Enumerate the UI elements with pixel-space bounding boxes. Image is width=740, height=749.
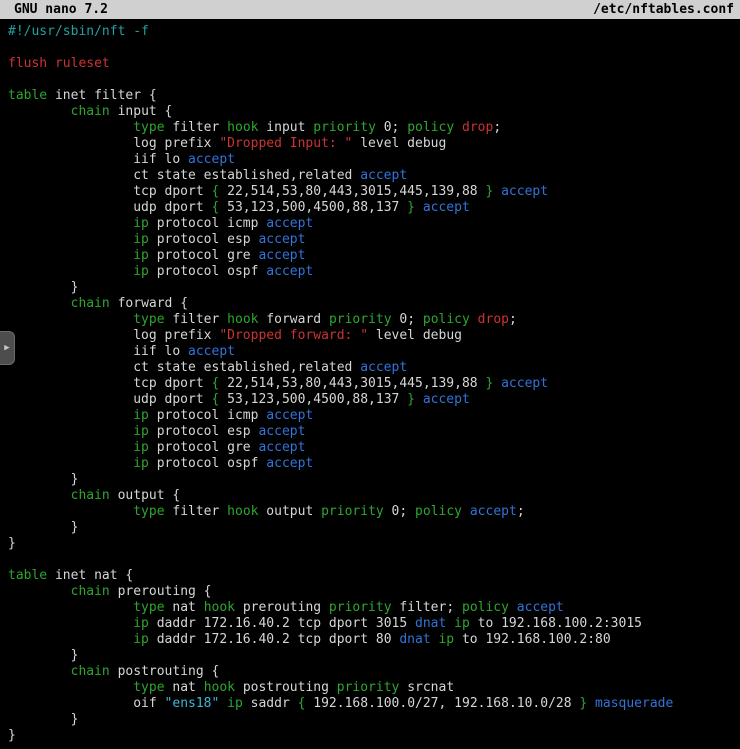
code-line: iif lo accept (8, 344, 740, 360)
code-line: } (8, 712, 740, 728)
expand-arrow-icon: ▶ (4, 344, 9, 353)
collapsed-panel-toggle[interactable]: ▶ (0, 331, 15, 365)
code-line: } (8, 520, 740, 536)
code-line: ip protocol icmp accept (8, 216, 740, 232)
code-line (8, 40, 740, 56)
code-line: ct state established,related accept (8, 168, 740, 184)
code-line: type filter hook forward priority 0; pol… (8, 312, 740, 328)
code-line: #!/usr/sbin/nft -f (8, 24, 740, 40)
code-line: iif lo accept (8, 152, 740, 168)
code-line: } (8, 280, 740, 296)
code-line: ip protocol ospf accept (8, 456, 740, 472)
code-line: ip protocol gre accept (8, 248, 740, 264)
code-line: type filter hook output priority 0; poli… (8, 504, 740, 520)
code-line: log prefix "Dropped Input: " level debug (8, 136, 740, 152)
code-line: } (8, 648, 740, 664)
nano-titlebar: GNU nano 7.2 /etc/nftables.conf (0, 0, 740, 19)
nano-version: GNU nano 7.2 (14, 0, 108, 19)
code-line: log prefix "Dropped forward: " level deb… (8, 328, 740, 344)
code-line: table inet filter { (8, 88, 740, 104)
code-line: ip protocol gre accept (8, 440, 740, 456)
code-line: oif "ens18" ip saddr { 192.168.100.0/27,… (8, 696, 740, 712)
code-line: udp dport { 53,123,500,4500,88,137 } acc… (8, 392, 740, 408)
code-line: chain input { (8, 104, 740, 120)
code-line: udp dport { 53,123,500,4500,88,137 } acc… (8, 200, 740, 216)
code-line (8, 72, 740, 88)
code-line: table inet nat { (8, 568, 740, 584)
code-line: } (8, 536, 740, 552)
code-line: ip protocol ospf accept (8, 264, 740, 280)
code-line: type nat hook postrouting priority srcna… (8, 680, 740, 696)
code-line (8, 552, 740, 568)
code-line: chain postrouting { (8, 664, 740, 680)
code-line: ip daddr 172.16.40.2 tcp dport 3015 dnat… (8, 616, 740, 632)
code-line: ip protocol icmp accept (8, 408, 740, 424)
file-path: /etc/nftables.conf (593, 0, 734, 19)
code-line: tcp dport { 22,514,53,80,443,3015,445,13… (8, 376, 740, 392)
code-line: chain forward { (8, 296, 740, 312)
code-line: } (8, 472, 740, 488)
code-line: type nat hook prerouting priority filter… (8, 600, 740, 616)
code-line: ip daddr 172.16.40.2 tcp dport 80 dnat i… (8, 632, 740, 648)
code-line: ip protocol esp accept (8, 232, 740, 248)
code-line: chain prerouting { (8, 584, 740, 600)
code-line: ct state established,related accept (8, 360, 740, 376)
terminal-window: GNU nano 7.2 /etc/nftables.conf #!/usr/s… (0, 0, 740, 749)
code-line: type filter hook input priority 0; polic… (8, 120, 740, 136)
code-line: } (8, 728, 740, 744)
code-line: ip protocol esp accept (8, 424, 740, 440)
code-line: tcp dport { 22,514,53,80,443,3015,445,13… (8, 184, 740, 200)
editor-content[interactable]: #!/usr/sbin/nft -f flush ruleset table i… (0, 19, 740, 744)
code-line: flush ruleset (8, 56, 740, 72)
code-line: chain output { (8, 488, 740, 504)
